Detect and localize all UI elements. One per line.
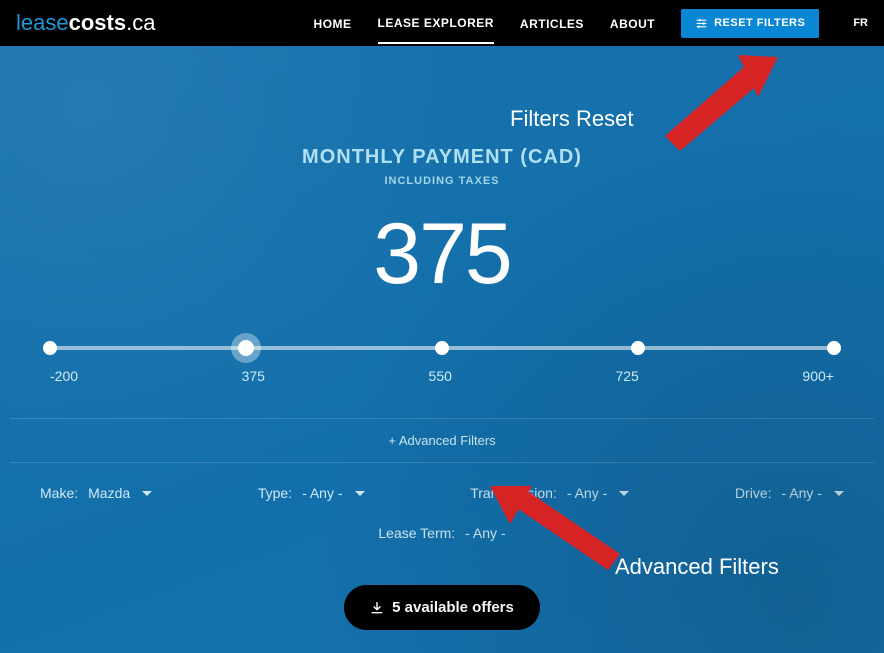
annotation-reset-label: Filters Reset [510, 106, 633, 132]
language-switch[interactable]: FR [853, 17, 868, 29]
filter-make-label: Make: [40, 485, 78, 501]
slider-label: 900+ [802, 368, 834, 384]
slider-label: 375 [242, 368, 265, 384]
slider-tick [631, 341, 645, 355]
top-nav: leasecosts.ca HOME LEASE EXPLORER ARTICL… [0, 0, 884, 46]
filter-transmission-select[interactable]: - Any - [567, 485, 629, 501]
slider-tick [827, 341, 841, 355]
available-offers-label: 5 available offers [392, 599, 514, 616]
slider-label: -200 [50, 368, 78, 384]
site-logo[interactable]: leasecosts.ca [16, 10, 155, 36]
filter-type: Type: - Any - [258, 485, 365, 501]
filter-make: Make: Mazda [40, 485, 152, 501]
filter-type-value: - Any - [302, 485, 342, 501]
slider-label: 550 [429, 368, 452, 384]
reset-filters-button[interactable]: RESET FILTERS [681, 9, 819, 38]
slider-label: 725 [615, 368, 638, 384]
filter-make-value: Mazda [88, 485, 130, 501]
filters-row: Make: Mazda Type: - Any - Transmission: … [40, 485, 844, 501]
filter-make-select[interactable]: Mazda [88, 485, 152, 501]
filter-lease-term-value: - Any - [465, 525, 505, 541]
filter-lease-term-select[interactable]: - Any - [465, 525, 505, 541]
chevron-down-icon [834, 491, 844, 496]
filter-drive-select[interactable]: - Any - [782, 485, 844, 501]
slider-tick [43, 341, 57, 355]
payment-subtitle: INCLUDING TAXES [0, 175, 884, 187]
logo-part-1: lease [16, 10, 69, 36]
nav-articles[interactable]: ARTICLES [520, 3, 584, 43]
filter-type-label: Type: [258, 485, 292, 501]
hero-panel: MONTHLY PAYMENT (CAD) INCLUDING TAXES 37… [0, 46, 884, 653]
filter-lease-term-label: Lease Term: [378, 525, 455, 541]
filter-drive: Drive: - Any - [735, 485, 844, 501]
reset-filters-label: RESET FILTERS [714, 17, 805, 29]
filter-transmission-label: Transmission: [470, 485, 557, 501]
nav-lease-explorer[interactable]: LEASE EXPLORER [378, 2, 494, 44]
nav-about[interactable]: ABOUT [610, 3, 655, 43]
filter-drive-label: Drive: [735, 485, 772, 501]
slider-labels: -200 375 550 725 900+ [50, 368, 834, 384]
slider-track [50, 346, 834, 350]
advanced-filters-toggle[interactable]: + Advanced Filters [0, 433, 884, 448]
filter-type-select[interactable]: - Any - [302, 485, 364, 501]
logo-part-2: costs [69, 10, 126, 36]
divider [10, 462, 874, 463]
slider-handle-dot[interactable] [238, 340, 254, 356]
payment-value: 375 [0, 205, 884, 304]
chevron-down-icon [355, 491, 365, 496]
filter-transmission-value: - Any - [567, 485, 607, 501]
logo-tld: .ca [126, 10, 155, 36]
filter-drive-value: - Any - [782, 485, 822, 501]
chevron-down-icon [619, 491, 629, 496]
nav-home[interactable]: HOME [314, 3, 352, 43]
chevron-down-icon [142, 491, 152, 496]
payment-slider[interactable]: -200 375 550 725 900+ [50, 346, 834, 384]
download-icon [370, 601, 384, 615]
annotation-advanced-label: Advanced Filters [615, 554, 779, 580]
slider-tick [435, 341, 449, 355]
filter-transmission: Transmission: - Any - [470, 485, 629, 501]
nav-links: HOME LEASE EXPLORER ARTICLES ABOUT RESET… [314, 2, 868, 44]
available-offers-button[interactable]: 5 available offers [344, 585, 540, 630]
filters-row-2: Lease Term: - Any - [0, 525, 884, 541]
payment-title: MONTHLY PAYMENT (CAD) [0, 146, 884, 169]
annotation-reset-arrow [650, 51, 780, 151]
divider [10, 418, 874, 419]
sliders-icon [695, 17, 708, 30]
